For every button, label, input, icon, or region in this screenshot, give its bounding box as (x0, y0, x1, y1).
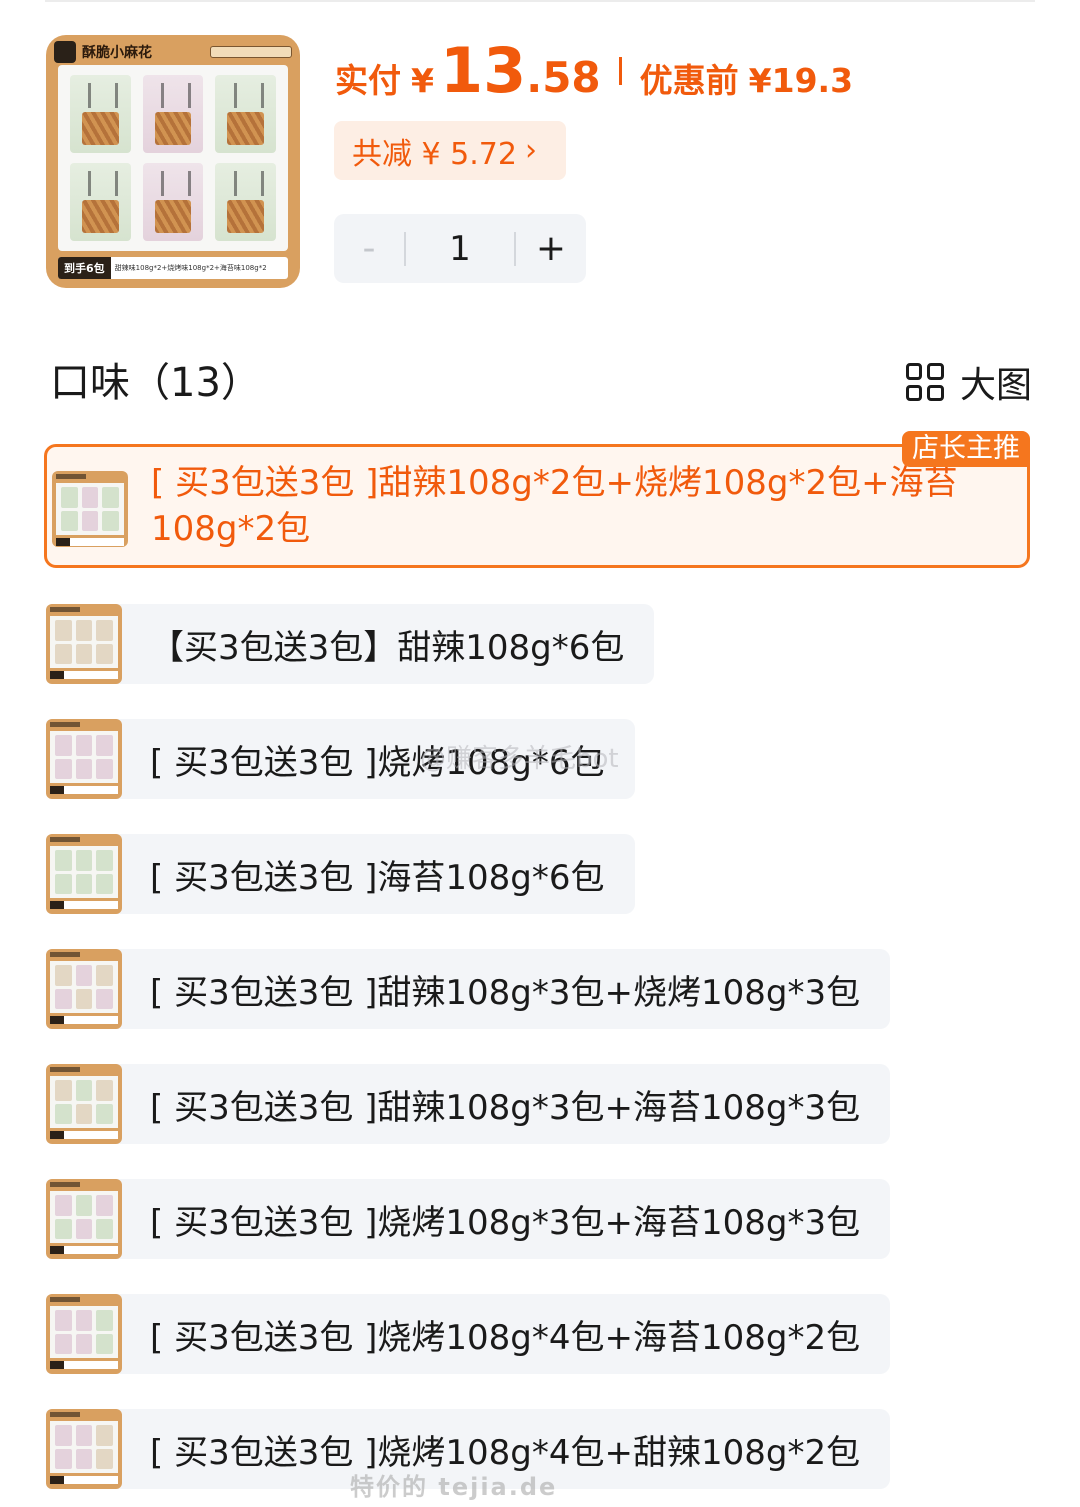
flavor-option-label: [ 买3包送3包 ]甜辣108g*3包+海苔108g*3包 (150, 1087, 861, 1128)
brand-logo-icon (54, 41, 76, 63)
final-price-decimal: .58 (526, 53, 601, 102)
option-thumbnail (46, 1064, 122, 1144)
thumb-caption: 甜辣味108g*2+烧烤味108g*2+海苔味108g*2 (114, 264, 267, 272)
snack-bag-icon (70, 163, 131, 241)
option-thumbnail (46, 1409, 122, 1489)
quantity-stepper: - 1 + (334, 214, 586, 283)
option-thumbnail (52, 471, 128, 547)
decrease-quantity-button[interactable]: - (334, 214, 404, 283)
top-divider (45, 0, 1035, 2)
discount-detail-button[interactable]: 共减 ¥ 5.72 › (334, 121, 566, 180)
snack-bag-icon (215, 163, 276, 241)
option-thumbnail (46, 1294, 122, 1374)
thumb-product-grid (58, 65, 288, 251)
original-price-value: ¥19.3 (748, 61, 854, 100)
product-image[interactable]: 酥脆小麻花 到手6包 甜辣味108g*2+烧烤味108g*2+海苔味108g*2 (46, 35, 300, 288)
snack-bag-icon (142, 163, 204, 241)
flavor-option-label: [ 买3包送3包 ]海苔108g*6包 (150, 857, 605, 898)
option-thumbnail (46, 949, 122, 1029)
snack-bag-icon (215, 75, 276, 153)
price-row: 实付 ¥ 13 .58 优惠前 ¥19.3 (335, 34, 853, 107)
flavor-option-label: [ 买3包送3包 ]甜辣108g*2包+烧烤108g*2包+海苔108g*2包 (151, 463, 958, 549)
price-separator (618, 56, 622, 85)
flavor-option[interactable]: 【买3包送3包】甜辣108g*6包 (46, 604, 655, 684)
final-price-integer: 13 (439, 34, 527, 107)
flavor-section-title: 口味（13） (50, 360, 261, 406)
final-price-label: 实付 (335, 61, 401, 100)
option-thumbnail (46, 834, 122, 914)
flavor-option-label: [ 买3包送3包 ]甜辣108g*3包+烧烤108g*3包 (150, 972, 861, 1013)
thumb-tag-box (210, 46, 292, 58)
big-image-view-label: 大图 (959, 365, 1032, 406)
thumb-brand-name: 酥脆小麻花 (82, 45, 152, 61)
discount-amount: 共减 ¥ 5.72 (352, 136, 517, 172)
original-price-label: 优惠前 (639, 61, 739, 100)
grid-view-icon (905, 363, 944, 401)
option-thumbnail (46, 604, 122, 684)
chevron-right-icon: › (524, 133, 537, 168)
footer-watermark: 特价的 tejia.de (350, 1473, 558, 1501)
flavor-option[interactable]: [ 买3包送3包 ]甜辣108g*3包+海苔108g*3包 (46, 1064, 891, 1144)
overlay-watermark: @赚客多羊毛bot (420, 744, 619, 774)
flavor-option[interactable]: [ 买3包送3包 ]烧烤108g*4包+海苔108g*2包 (46, 1294, 891, 1374)
increase-quantity-button[interactable]: + (516, 214, 586, 283)
thumb-footer: 到手6包 甜辣味108g*2+烧烤味108g*2+海苔味108g*2 (58, 257, 288, 279)
flavor-option[interactable]: [ 买3包送3包 ]烧烤108g*3包+海苔108g*3包 (46, 1179, 891, 1259)
flavor-option-selected[interactable]: [ 买3包送3包 ]甜辣108g*2包+烧烤108g*2包+海苔108g*2包 … (44, 431, 1030, 568)
snack-bag-icon (142, 75, 204, 153)
option-thumbnail (46, 1179, 122, 1259)
thumb-header: 酥脆小麻花 (54, 39, 292, 65)
option-thumbnail (46, 719, 122, 799)
recommend-badge: 店长主推 (902, 431, 1030, 467)
flavor-option[interactable]: [ 买3包送3包 ]海苔108g*6包 (46, 834, 635, 914)
big-image-view-toggle[interactable]: 大图 (905, 356, 1032, 408)
final-price-currency: ¥ (411, 61, 434, 100)
flavor-option-label: [ 买3包送3包 ]烧烤108g*4包+海苔108g*2包 (150, 1317, 861, 1358)
quantity-value[interactable]: 1 (406, 229, 514, 269)
flavor-option-label: 【买3包送3包】甜辣108g*6包 (150, 627, 625, 668)
flavor-option[interactable]: [ 买3包送3包 ]甜辣108g*3包+烧烤108g*3包 (46, 949, 891, 1029)
flavor-option-label: [ 买3包送3包 ]烧烤108g*3包+海苔108g*3包 (150, 1202, 861, 1243)
thumb-pack-tag: 到手6包 (58, 257, 111, 279)
snack-bag-icon (70, 75, 131, 153)
